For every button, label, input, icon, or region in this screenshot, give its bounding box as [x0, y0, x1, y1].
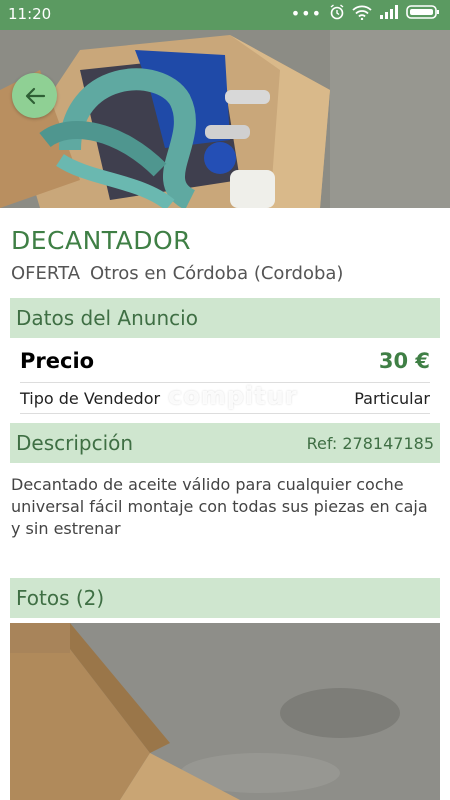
description-section-header: Descripción Ref: 278147185	[10, 423, 440, 463]
category-location: Otros en Córdoba (Cordoba)	[90, 263, 344, 284]
watermark: compitur	[168, 382, 298, 410]
price-value: 30 €	[378, 349, 430, 373]
photos-section-header: Fotos (2)	[10, 578, 440, 618]
arrow-left-icon	[25, 87, 45, 104]
status-bar: 11:20 •••	[0, 0, 450, 30]
description-header-label: Descripción	[16, 431, 134, 455]
signal-icon	[379, 4, 399, 24]
details-section-header: Datos del Anuncio	[10, 298, 440, 338]
back-button[interactable]	[12, 73, 57, 118]
price-label: Precio	[20, 349, 95, 373]
offer-type: OFERTA	[11, 263, 81, 284]
more-dots-icon: •••	[290, 4, 322, 23]
description-text: Decantado de aceite válido para cualquie…	[11, 475, 428, 538]
photo-thumbnail[interactable]	[10, 623, 440, 800]
status-time: 11:20	[8, 5, 52, 23]
hero-photo[interactable]	[0, 30, 450, 208]
ad-subtitle: OFERTA Otros en Córdoba (Cordoba)	[11, 263, 343, 284]
reference-number: Ref: 278147185	[306, 433, 434, 453]
hero-photo-image	[0, 30, 450, 208]
wifi-icon	[352, 4, 372, 24]
photos-header-label: Fotos (2)	[16, 586, 105, 610]
battery-icon	[406, 4, 440, 24]
ad-title: DECANTADOR	[11, 226, 192, 255]
alarm-icon	[329, 4, 345, 24]
seller-label: Tipo de Vendedor	[20, 388, 161, 408]
status-icons: •••	[291, 4, 440, 24]
seller-value: Particular	[354, 388, 430, 408]
photo-thumbnail-image	[10, 623, 440, 800]
price-row: Precio 30 €	[20, 340, 430, 383]
details-header-label: Datos del Anuncio	[16, 306, 198, 330]
